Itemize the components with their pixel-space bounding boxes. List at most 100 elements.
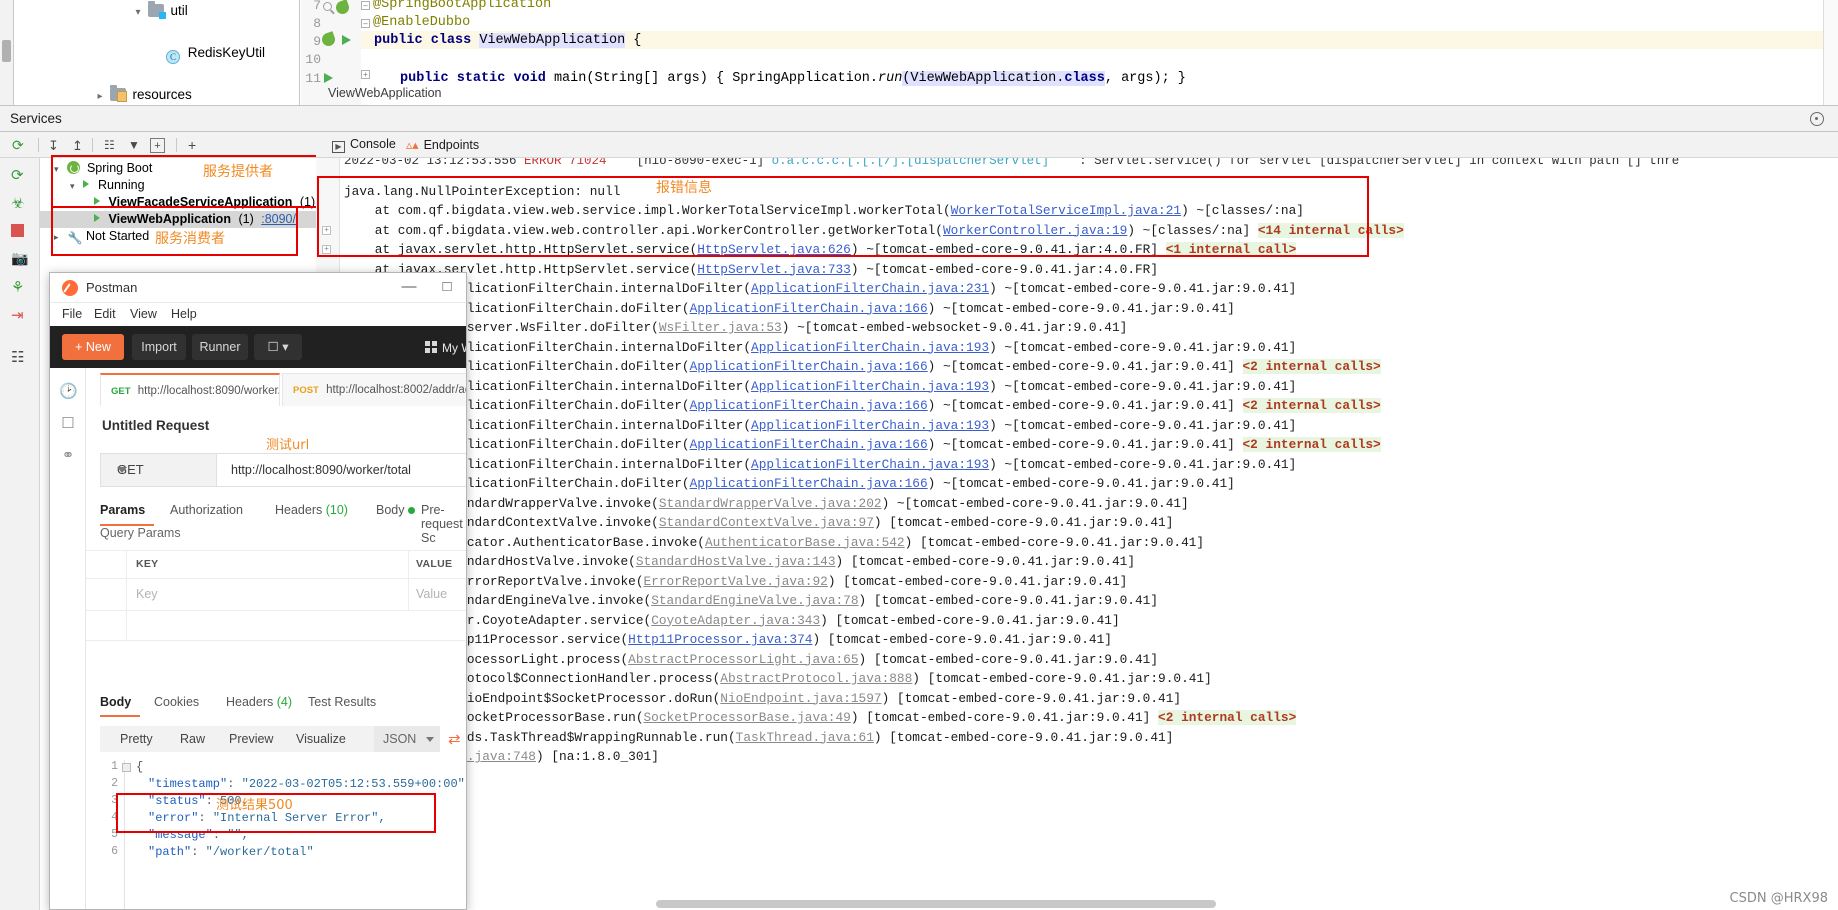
rerun-icon[interactable]: ⟳ bbox=[12, 138, 27, 153]
chevron-right-icon[interactable]: ▸ bbox=[94, 86, 106, 107]
stack-frame-link[interactable]: HttpServlet.java:733 bbox=[697, 262, 851, 277]
grid-icon[interactable] bbox=[425, 341, 437, 353]
minimize-button[interactable]: — bbox=[400, 279, 418, 295]
format-visualize-button[interactable]: Visualize bbox=[296, 732, 346, 746]
layout-icon[interactable]: ☷ bbox=[11, 348, 28, 366]
internal-calls-badge[interactable]: <2 internal calls> bbox=[1242, 359, 1381, 374]
stack-frame-link[interactable]: ApplicationFilterChain.java:166 bbox=[690, 359, 928, 374]
filter-icon[interactable]: ▼ bbox=[128, 138, 143, 153]
tree-item-resources[interactable]: ▸ resources bbox=[14, 84, 299, 105]
postman-menubar[interactable]: File Edit View Help bbox=[50, 303, 466, 326]
tab-authorization[interactable]: Authorization bbox=[170, 503, 243, 517]
fold-plus-icon[interactable]: + bbox=[322, 245, 331, 254]
internal-calls-badge[interactable]: <14 internal calls> bbox=[1257, 222, 1404, 238]
stack-frame-link[interactable]: NioEndpoint.java:1597 bbox=[720, 691, 881, 706]
stack-frame-link[interactable]: ApplicationFilterChain.java:193 bbox=[751, 340, 989, 355]
tab-response-headers[interactable]: Headers (4) bbox=[226, 695, 292, 709]
new-window-button[interactable]: ☐ ▾ bbox=[254, 334, 302, 360]
wrap-lines-icon[interactable]: ⇄ bbox=[448, 730, 461, 748]
menu-view[interactable]: View bbox=[130, 307, 157, 321]
postman-main-panel[interactable]: GET http://localhost:8090/worker/to... P… bbox=[86, 368, 466, 909]
tab-pre-request-script[interactable]: Pre-request Sc bbox=[421, 503, 466, 545]
new-button[interactable]: + New bbox=[62, 334, 124, 360]
stack-frame-link[interactable]: ApplicationFilterChain.java:166 bbox=[690, 301, 928, 316]
service-node-viewfacadeserviceapplication[interactable]: ViewFacadeServiceApplication (1) :9091/ bbox=[40, 194, 357, 211]
debug-icon[interactable]: ☣ bbox=[11, 194, 28, 212]
stack-frame-link[interactable]: AbstractProtocol.java:888 bbox=[720, 671, 912, 686]
request-tab-get-worker-total[interactable]: GET http://localhost:8090/worker/to... bbox=[100, 373, 280, 406]
menu-help[interactable]: Help bbox=[171, 307, 197, 321]
maximize-button[interactable]: □ bbox=[438, 279, 456, 295]
service-port-link[interactable]: :8090/ bbox=[261, 212, 296, 226]
import-button[interactable]: Import bbox=[132, 334, 186, 360]
workspace-label[interactable]: My Worksp bbox=[442, 341, 466, 355]
fold-plus-icon[interactable]: + bbox=[322, 225, 331, 235]
fold-minus-icon[interactable]: – bbox=[361, 1, 370, 10]
stack-frame-link[interactable]: ApplicationFilterChain.java:193 bbox=[751, 418, 989, 433]
breadcrumb[interactable]: ViewWebApplication bbox=[301, 86, 1823, 106]
postman-toolbar[interactable]: + New Import Runner ☐ ▾ My Worksp bbox=[50, 326, 466, 368]
chevron-down-icon[interactable]: ▾ bbox=[70, 178, 80, 195]
stack-frame-link[interactable]: ApplicationFilterChain.java:166 bbox=[690, 398, 928, 413]
exit-icon[interactable]: ⇥ bbox=[11, 306, 28, 324]
stack-frame-link[interactable]: AuthenticatorBase.java:542 bbox=[705, 535, 905, 550]
request-tab-post-addr-add[interactable]: POST http://localhost:8002/addr/add bbox=[282, 373, 466, 406]
console-tab-bar[interactable]: ▶ Console ▵▴ Endpoints bbox=[316, 132, 1838, 158]
stack-frame-link[interactable]: ApplicationFilterChain.java:166 bbox=[690, 476, 928, 491]
service-node-running[interactable]: ▾ Running bbox=[40, 177, 316, 194]
stack-frame-link[interactable]: Http11Processor.java:374 bbox=[628, 632, 812, 647]
stack-frame-link[interactable]: TaskThread.java:61 bbox=[736, 730, 874, 745]
add-service-icon[interactable]: + bbox=[188, 138, 203, 153]
chevron-down-icon[interactable]: ▾ bbox=[54, 161, 64, 178]
tab-cookies[interactable]: Cookies bbox=[154, 695, 199, 709]
screenshot-icon[interactable]: 📷 bbox=[11, 250, 28, 267]
tree-item-util[interactable]: ▾ util bbox=[14, 0, 299, 21]
run-icon[interactable] bbox=[342, 35, 351, 45]
stack-frame-link[interactable]: StandardContextValve.java:97 bbox=[659, 515, 874, 530]
stack-frame-link[interactable]: ApplicationFilterChain.java:193 bbox=[751, 457, 989, 472]
internal-calls-badge[interactable]: <1 internal call> bbox=[1165, 242, 1297, 257]
services-action-rail[interactable]: ⟳ ☣ 📷 ⚘ ⇥ ☷ bbox=[0, 158, 40, 910]
stop-icon[interactable] bbox=[11, 222, 28, 239]
collections-icon[interactable]: ☐ bbox=[59, 414, 77, 432]
postman-window[interactable]: Postman — □ ✕ File Edit View Help + New … bbox=[49, 272, 467, 910]
run-icon[interactable] bbox=[324, 73, 333, 83]
stack-frame-link[interactable]: ApplicationFilterChain.java:166 bbox=[690, 437, 928, 452]
format-preview-button[interactable]: Preview bbox=[229, 732, 273, 746]
thread-dump-icon[interactable]: ⚘ bbox=[11, 278, 28, 296]
collapse-all-icon[interactable]: ↥ bbox=[72, 138, 87, 153]
internal-calls-badge[interactable]: <2 internal calls> bbox=[1242, 437, 1381, 452]
tree-item-rediskeyutil[interactable]: C RedisKeyUtil bbox=[14, 42, 299, 64]
tab-body[interactable]: Body bbox=[376, 503, 415, 517]
chevron-right-icon[interactable]: ▸ bbox=[54, 229, 64, 246]
fold-plus-icon[interactable]: + bbox=[361, 70, 370, 79]
stack-frame-link[interactable]: ApplicationFilterChain.java:231 bbox=[751, 281, 989, 296]
stack-frame-link[interactable]: AbstractProcessorLight.java:65 bbox=[628, 652, 858, 667]
group-icon[interactable]: ☷ bbox=[104, 138, 119, 153]
stack-frame-link[interactable]: WsFilter.java:53 bbox=[659, 320, 782, 335]
console-output[interactable]: + + 2022-03-02 13:12:53.556 ERROR 71024 [… bbox=[316, 158, 1838, 910]
stack-frame-link[interactable]: CoyoteAdapter.java:343 bbox=[651, 613, 820, 628]
url-input[interactable]: http://localhost:8090/worker/total bbox=[231, 463, 411, 477]
http-method-select[interactable]: GET bbox=[101, 454, 217, 486]
spring-bean-icon[interactable] bbox=[320, 31, 337, 48]
format-raw-button[interactable]: Raw bbox=[180, 732, 205, 746]
tab-headers[interactable]: Headers (10) bbox=[275, 503, 348, 517]
history-icon[interactable]: 🕑 bbox=[59, 382, 78, 400]
stack-frame-link[interactable]: ErrorReportValve.java:92 bbox=[644, 574, 828, 589]
key-input[interactable]: Key bbox=[136, 587, 158, 601]
rerun-icon[interactable]: ⟳ bbox=[11, 166, 28, 184]
stack-frame-link[interactable]: StandardHostValve.java:143 bbox=[636, 554, 836, 569]
apis-icon[interactable]: ⚭ bbox=[59, 446, 77, 464]
spring-bean-icon[interactable] bbox=[334, 0, 351, 16]
stack-frame-link[interactable]: HttpServlet.java:626 bbox=[697, 242, 851, 257]
format-pretty-button[interactable]: Pretty bbox=[120, 732, 153, 746]
stack-frame-link[interactable]: StandardEngineValve.java:78 bbox=[651, 593, 858, 608]
expand-all-icon[interactable]: ↧ bbox=[48, 138, 63, 153]
tab-console[interactable]: ▶ Console bbox=[332, 137, 396, 153]
stack-frame-link[interactable]: WorkerController.java:19 bbox=[943, 223, 1127, 238]
menu-edit[interactable]: Edit bbox=[94, 307, 116, 321]
runner-button[interactable]: Runner bbox=[192, 334, 248, 360]
value-input[interactable]: Value bbox=[416, 587, 447, 601]
tab-params[interactable]: Params bbox=[100, 503, 145, 517]
